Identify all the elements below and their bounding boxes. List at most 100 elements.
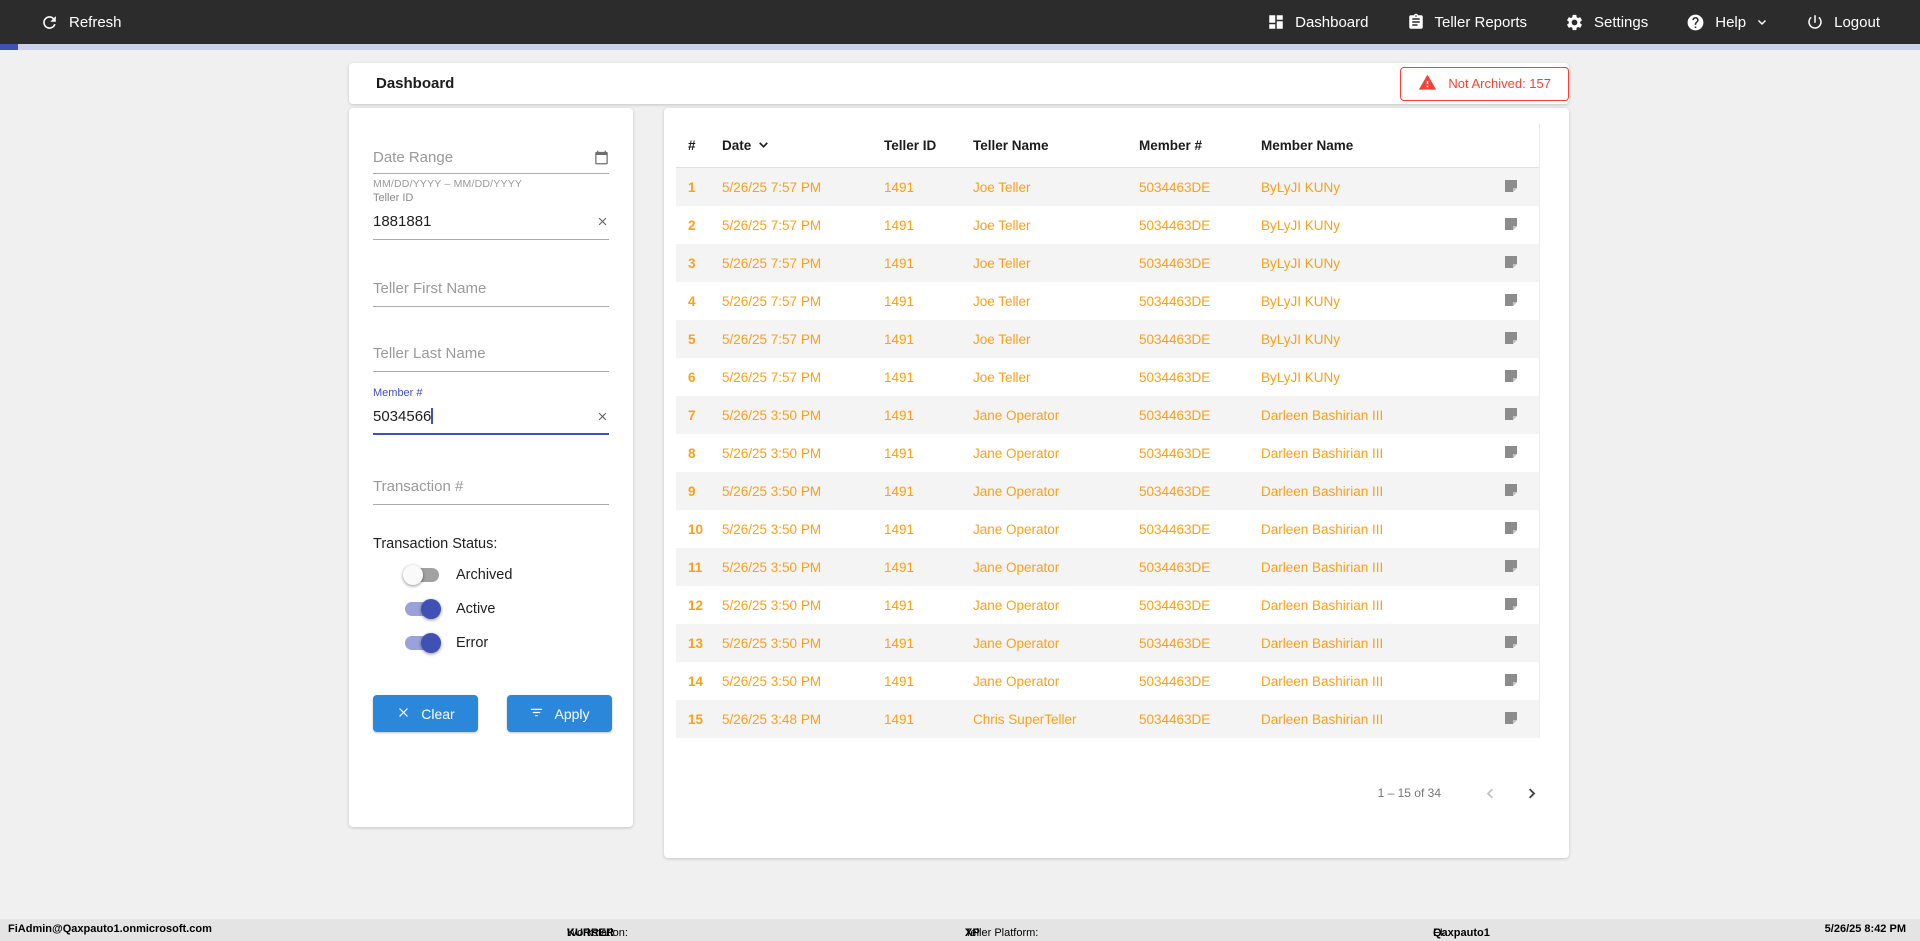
member-number-field[interactable]: 5034566	[373, 399, 609, 435]
teller-first-name-field[interactable]: Teller First Name	[373, 271, 609, 307]
note-icon[interactable]	[1503, 216, 1519, 235]
row-member-name: Darleen Bashirian III	[1261, 673, 1384, 689]
switch-knob	[403, 565, 423, 585]
table-row[interactable]: 9 5/26/25 3:50 PM 1491 Jane Operator 503…	[676, 472, 1539, 510]
note-icon[interactable]	[1503, 406, 1519, 425]
column-header-num[interactable]: #	[688, 138, 722, 153]
teller-id-label: Teller ID	[373, 192, 414, 204]
filter-panel: Date Range MM/DD/YYYY – MM/DD/YYYY Telle…	[349, 108, 633, 827]
teller-id-field[interactable]: 1881881	[373, 204, 609, 240]
table-row[interactable]: 11 5/26/25 3:50 PM 1491 Jane Operator 50…	[676, 548, 1539, 586]
nav-dashboard-label: Dashboard	[1295, 13, 1369, 31]
switch-knob	[421, 633, 441, 653]
table-row[interactable]: 8 5/26/25 3:50 PM 1491 Jane Operator 503…	[676, 434, 1539, 472]
row-date: 5/26/25 3:50 PM	[722, 483, 822, 499]
table-row[interactable]: 10 5/26/25 3:50 PM 1491 Jane Operator 50…	[676, 510, 1539, 548]
table-row[interactable]: 6 5/26/25 7:57 PM 1491 Joe Teller 503446…	[676, 358, 1539, 396]
table-row[interactable]: 5 5/26/25 7:57 PM 1491 Joe Teller 503446…	[676, 320, 1539, 358]
toggle-error[interactable]: Error	[405, 632, 609, 654]
nav-settings[interactable]: Settings	[1565, 13, 1648, 32]
table-header-row: # Date Teller ID Teller Name Member # Me…	[676, 124, 1539, 168]
row-member-number: 5034463DE	[1139, 559, 1211, 575]
nav-teller-reports[interactable]: Teller Reports	[1407, 13, 1527, 31]
transactions-table-card: # Date Teller ID Teller Name Member # Me…	[664, 108, 1569, 858]
note-icon[interactable]	[1503, 178, 1519, 197]
note-icon[interactable]	[1503, 444, 1519, 463]
table-row[interactable]: 14 5/26/25 3:50 PM 1491 Jane Operator 50…	[676, 662, 1539, 700]
note-icon[interactable]	[1503, 482, 1519, 501]
table-row[interactable]: 7 5/26/25 3:50 PM 1491 Jane Operator 503…	[676, 396, 1539, 434]
filter-icon	[529, 705, 544, 723]
row-teller-id: 1491	[884, 179, 915, 195]
refresh-label: Refresh	[69, 13, 122, 31]
error-switch[interactable]	[405, 633, 441, 653]
row-date: 5/26/25 7:57 PM	[722, 369, 822, 385]
teller-id-clear-icon[interactable]	[596, 215, 609, 228]
toggle-archived[interactable]: Archived	[403, 564, 609, 586]
table-row[interactable]: 1 5/26/25 7:57 PM 1491 Joe Teller 503446…	[676, 168, 1539, 206]
column-header-member-name[interactable]: Member Name	[1261, 138, 1491, 153]
row-date: 5/26/25 3:50 PM	[722, 559, 822, 575]
clear-button[interactable]: Clear	[373, 695, 478, 732]
note-icon[interactable]	[1503, 710, 1519, 729]
refresh-icon	[40, 13, 59, 32]
teller-first-name-placeholder: Teller First Name	[373, 280, 487, 297]
table-row[interactable]: 13 5/26/25 3:50 PM 1491 Jane Operator 50…	[676, 624, 1539, 662]
note-icon[interactable]	[1503, 368, 1519, 387]
row-number: 5	[688, 331, 696, 347]
column-header-teller-name[interactable]: Teller Name	[973, 138, 1139, 153]
transactions-table: # Date Teller ID Teller Name Member # Me…	[676, 124, 1540, 738]
apply-button[interactable]: Apply	[507, 695, 612, 732]
toggle-active[interactable]: Active	[405, 598, 609, 620]
table-row[interactable]: 3 5/26/25 7:57 PM 1491 Joe Teller 503446…	[676, 244, 1539, 282]
not-archived-badge[interactable]: Not Archived: 157	[1400, 66, 1569, 101]
note-icon[interactable]	[1503, 558, 1519, 577]
calendar-icon[interactable]	[594, 150, 609, 165]
column-header-member-number[interactable]: Member #	[1139, 138, 1261, 153]
table-row[interactable]: 12 5/26/25 3:50 PM 1491 Jane Operator 50…	[676, 586, 1539, 624]
status-bar: FiAdmin@Qaxpauto1.onmicrosoft.com Workst…	[0, 919, 1920, 941]
refresh-button[interactable]: Refresh	[40, 13, 122, 32]
row-teller-id: 1491	[884, 711, 915, 727]
note-icon[interactable]	[1503, 672, 1519, 691]
archived-toggle-label: Archived	[456, 567, 513, 583]
note-icon[interactable]	[1503, 330, 1519, 349]
column-header-date[interactable]: Date	[722, 138, 884, 154]
row-teller-id: 1491	[884, 255, 915, 271]
pagination-range-label: 1 – 15 of 34	[1377, 786, 1441, 800]
row-teller-id: 1491	[884, 559, 915, 575]
row-teller-name: Chris SuperTeller	[973, 711, 1077, 727]
row-number: 1	[688, 179, 696, 195]
row-number: 15	[688, 711, 704, 727]
nav-dashboard[interactable]: Dashboard	[1267, 13, 1369, 31]
archived-switch[interactable]	[403, 565, 439, 585]
transaction-number-placeholder: Transaction #	[373, 478, 464, 495]
row-teller-id: 1491	[884, 407, 915, 423]
row-number: 3	[688, 255, 696, 271]
active-switch[interactable]	[405, 599, 441, 619]
note-icon[interactable]	[1503, 292, 1519, 311]
next-page-button[interactable]	[1524, 786, 1539, 801]
row-member-name: ByLyJI KUNy	[1261, 217, 1341, 233]
teller-last-name-field[interactable]: Teller Last Name	[373, 336, 609, 372]
nav-help[interactable]: Help	[1686, 13, 1768, 32]
row-teller-id: 1491	[884, 331, 915, 347]
row-member-name: Darleen Bashirian III	[1261, 559, 1384, 575]
table-row[interactable]: 2 5/26/25 7:57 PM 1491 Joe Teller 503446…	[676, 206, 1539, 244]
column-header-teller-id[interactable]: Teller ID	[884, 138, 973, 153]
row-teller-name: Jane Operator	[973, 597, 1060, 613]
table-row[interactable]: 15 5/26/25 3:48 PM 1491 Chris SuperTelle…	[676, 700, 1539, 738]
note-icon[interactable]	[1503, 520, 1519, 539]
previous-page-button[interactable]	[1483, 786, 1498, 801]
nav-logout-label: Logout	[1834, 13, 1880, 31]
note-icon[interactable]	[1503, 596, 1519, 615]
transaction-number-field[interactable]: Transaction #	[373, 469, 609, 505]
note-icon[interactable]	[1503, 254, 1519, 273]
nav-logout[interactable]: Logout	[1806, 13, 1880, 31]
note-icon[interactable]	[1503, 634, 1519, 653]
date-range-field[interactable]: Date Range	[373, 142, 609, 174]
row-member-number: 5034463DE	[1139, 635, 1211, 651]
table-row[interactable]: 4 5/26/25 7:57 PM 1491 Joe Teller 503446…	[676, 282, 1539, 320]
row-member-number: 5034463DE	[1139, 217, 1211, 233]
member-number-clear-icon[interactable]	[596, 410, 609, 423]
